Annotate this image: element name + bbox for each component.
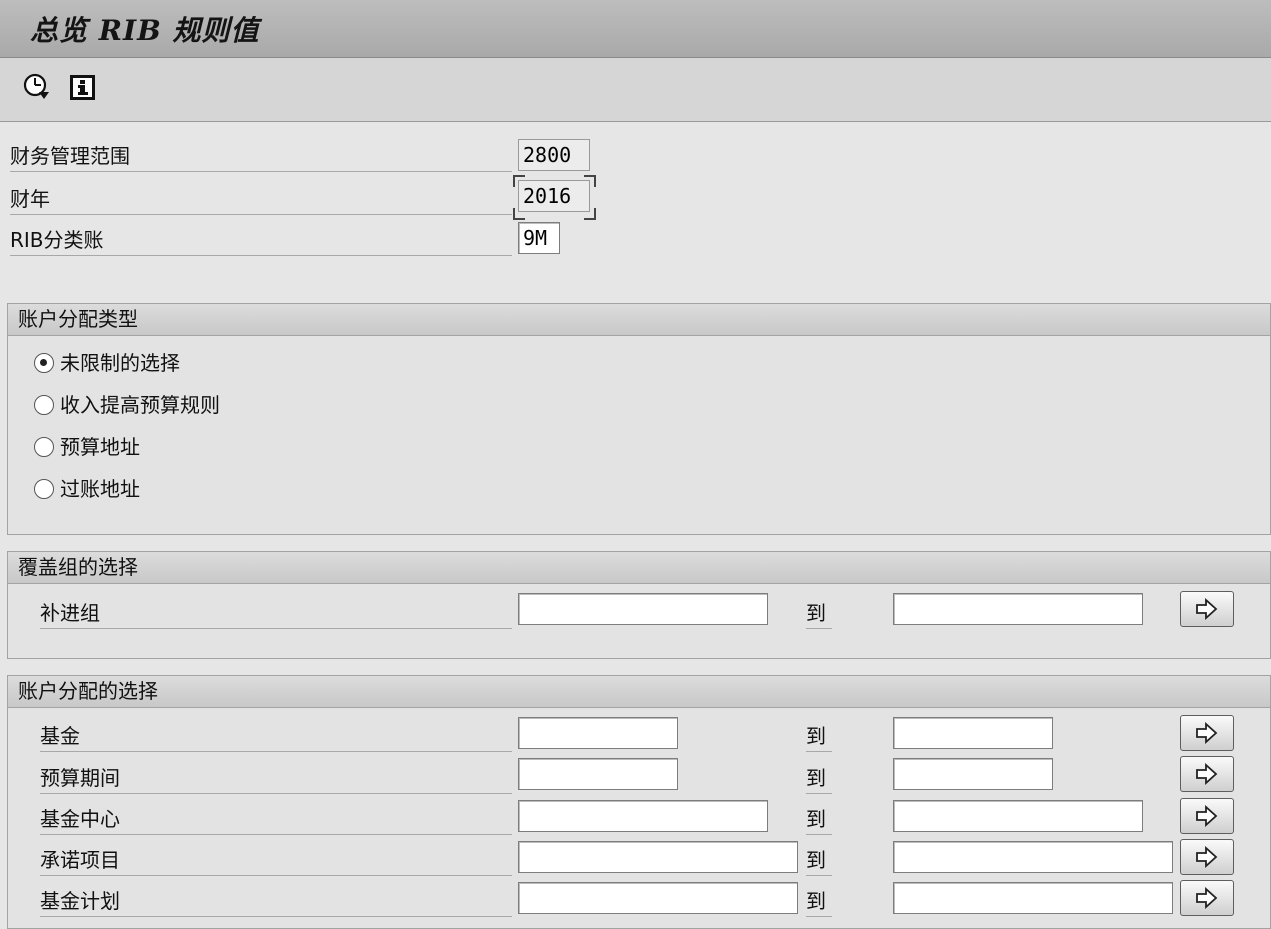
radio-budget-address[interactable]: 预算地址 <box>34 431 140 463</box>
funded-program-from-field[interactable] <box>518 882 798 914</box>
commitment-item-multi-select-button[interactable] <box>1180 839 1234 875</box>
cover-group-label: 补进组 <box>40 597 512 629</box>
cover-group-from-field[interactable] <box>518 593 768 625</box>
radio-icon[interactable] <box>34 479 54 499</box>
radio-label: 收入提高预算规则 <box>60 393 220 417</box>
title-bar: 总览 RIB 规则值 <box>0 0 1271 58</box>
budget-period-from-field[interactable] <box>518 758 678 790</box>
budget-period-to-field[interactable] <box>893 758 1053 790</box>
arrow-right-icon <box>1196 887 1218 909</box>
commitment-item-from-field[interactable] <box>518 841 798 873</box>
arrow-right-icon <box>1196 805 1218 827</box>
radio-label: 预算地址 <box>60 435 140 459</box>
commitment-item-label: 承诺项目 <box>40 844 512 876</box>
fiscal-year-field[interactable]: 2016 <box>518 180 590 212</box>
rib-ledger-label: RIB分类账 <box>10 224 512 256</box>
arrow-right-icon <box>1196 846 1218 868</box>
group-title: 账户分配类型 <box>8 304 1270 336</box>
to-label: 到 <box>806 721 832 752</box>
to-label: 到 <box>806 886 832 917</box>
fund-label: 基金 <box>40 720 512 752</box>
execute-clock-icon[interactable] <box>22 72 52 102</box>
to-label: 到 <box>806 845 832 876</box>
radio-label: 过账地址 <box>60 477 140 501</box>
arrow-right-icon <box>1196 598 1218 620</box>
funds-center-to-field[interactable] <box>893 800 1143 832</box>
fund-to-field[interactable] <box>893 717 1053 749</box>
cover-group-multi-select-button[interactable] <box>1180 591 1234 627</box>
budget-period-label: 预算期间 <box>40 762 512 794</box>
arrow-right-icon <box>1196 722 1218 744</box>
application-toolbar <box>0 58 1271 122</box>
radio-revenue-increase[interactable]: 收入提高预算规则 <box>34 389 220 421</box>
radio-label: 未限制的选择 <box>60 351 180 375</box>
budget-period-multi-select-button[interactable] <box>1180 756 1234 792</box>
fm-area-label: 财务管理范围 <box>10 140 512 172</box>
radio-unrestricted[interactable]: 未限制的选择 <box>34 347 180 379</box>
commitment-item-to-field[interactable] <box>893 841 1173 873</box>
radio-icon[interactable] <box>34 395 54 415</box>
fiscal-year-label: 财年 <box>10 183 512 215</box>
info-icon[interactable] <box>68 72 98 102</box>
focus-corner <box>584 175 596 187</box>
to-label: 到 <box>806 804 832 835</box>
radio-icon[interactable] <box>34 437 54 457</box>
funded-program-multi-select-button[interactable] <box>1180 880 1234 916</box>
funds-center-from-field[interactable] <box>518 800 768 832</box>
arrow-right-icon <box>1196 763 1218 785</box>
to-label: 到 <box>806 763 832 794</box>
fund-from-field[interactable] <box>518 717 678 749</box>
to-label: 到 <box>806 598 832 629</box>
funds-center-label: 基金中心 <box>40 803 512 835</box>
fm-area-field[interactable]: 2800 <box>518 139 590 171</box>
funded-program-to-field[interactable] <box>893 882 1173 914</box>
rib-ledger-field[interactable]: 9M <box>518 222 560 254</box>
radio-posting-address[interactable]: 过账地址 <box>34 473 140 505</box>
focus-corner <box>513 208 525 220</box>
funded-program-label: 基金计划 <box>40 885 512 917</box>
page-title: 总览 RIB 规则值 <box>30 14 260 47</box>
fund-multi-select-button[interactable] <box>1180 715 1234 751</box>
group-title: 账户分配的选择 <box>8 676 1270 708</box>
group-title: 覆盖组的选择 <box>8 552 1270 584</box>
focus-corner <box>584 208 596 220</box>
funds-center-multi-select-button[interactable] <box>1180 798 1234 834</box>
radio-selected-icon[interactable] <box>34 353 54 373</box>
focus-corner <box>513 175 525 187</box>
cover-group-to-field[interactable] <box>893 593 1143 625</box>
